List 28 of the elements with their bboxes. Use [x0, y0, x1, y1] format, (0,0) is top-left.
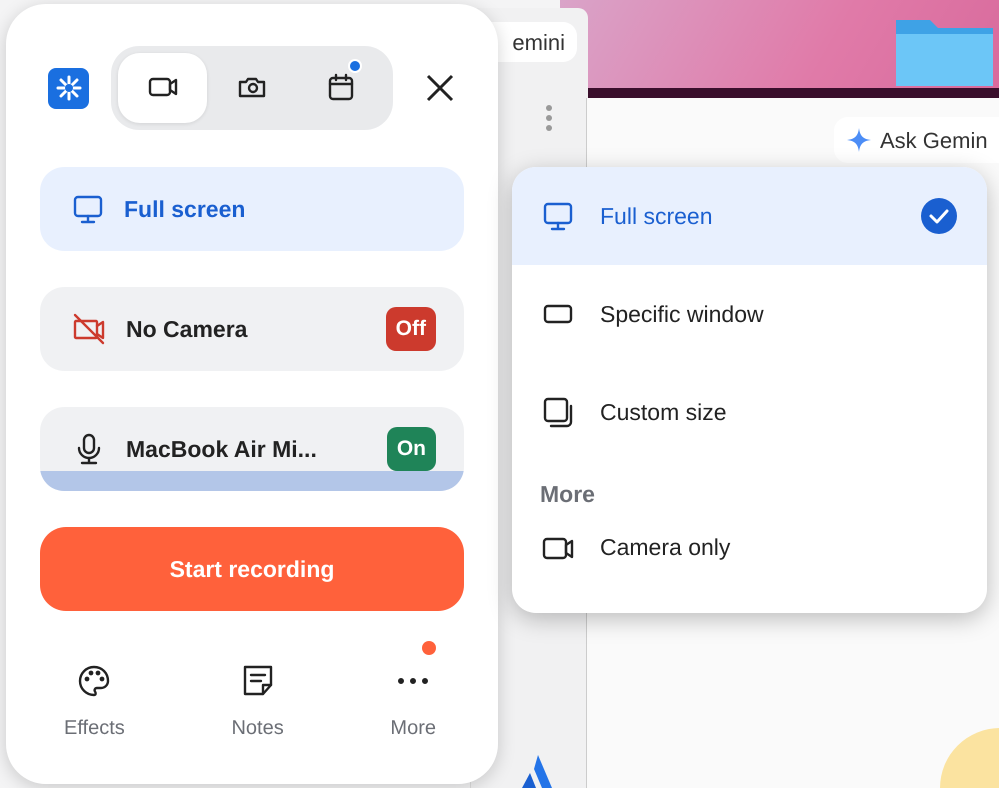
more-icon	[398, 678, 428, 684]
camera-selector[interactable]: No Camera Off	[40, 287, 464, 371]
menu-item[interactable]: Camera only	[512, 516, 987, 580]
toolbar-button[interactable]: Effects	[64, 641, 125, 743]
notification-dot	[422, 641, 436, 655]
toolbar-button[interactable]: Notes	[231, 641, 284, 743]
close-button[interactable]	[426, 74, 454, 102]
camera-off-icon	[72, 312, 106, 346]
monitor-icon	[72, 193, 104, 225]
section-heading: More	[539, 480, 596, 509]
microphone-selector[interactable]: MacBook Air Mi... On	[40, 407, 464, 491]
triangle-logo-icon	[522, 755, 552, 788]
checkmark-icon	[921, 198, 957, 234]
app-logo-icon	[48, 68, 89, 108]
toolbar-button[interactable]: More	[390, 641, 436, 743]
ask-button[interactable]: Ask Gemin	[834, 117, 999, 163]
monitor-icon	[542, 200, 574, 232]
status-badge: On	[386, 427, 436, 471]
sparkle-icon	[846, 127, 872, 153]
notification-dot	[348, 59, 362, 73]
menu-item[interactable]: Full screen	[512, 167, 987, 265]
source-selector[interactable]: Full screen	[40, 167, 464, 251]
more-icon	[545, 104, 553, 132]
mode-tab[interactable]	[118, 53, 208, 123]
menu-item[interactable]: Custom size	[512, 363, 987, 461]
resize-icon	[542, 396, 574, 428]
status-badge: Off	[386, 307, 436, 351]
menu-item[interactable]: Specific window	[512, 265, 987, 363]
